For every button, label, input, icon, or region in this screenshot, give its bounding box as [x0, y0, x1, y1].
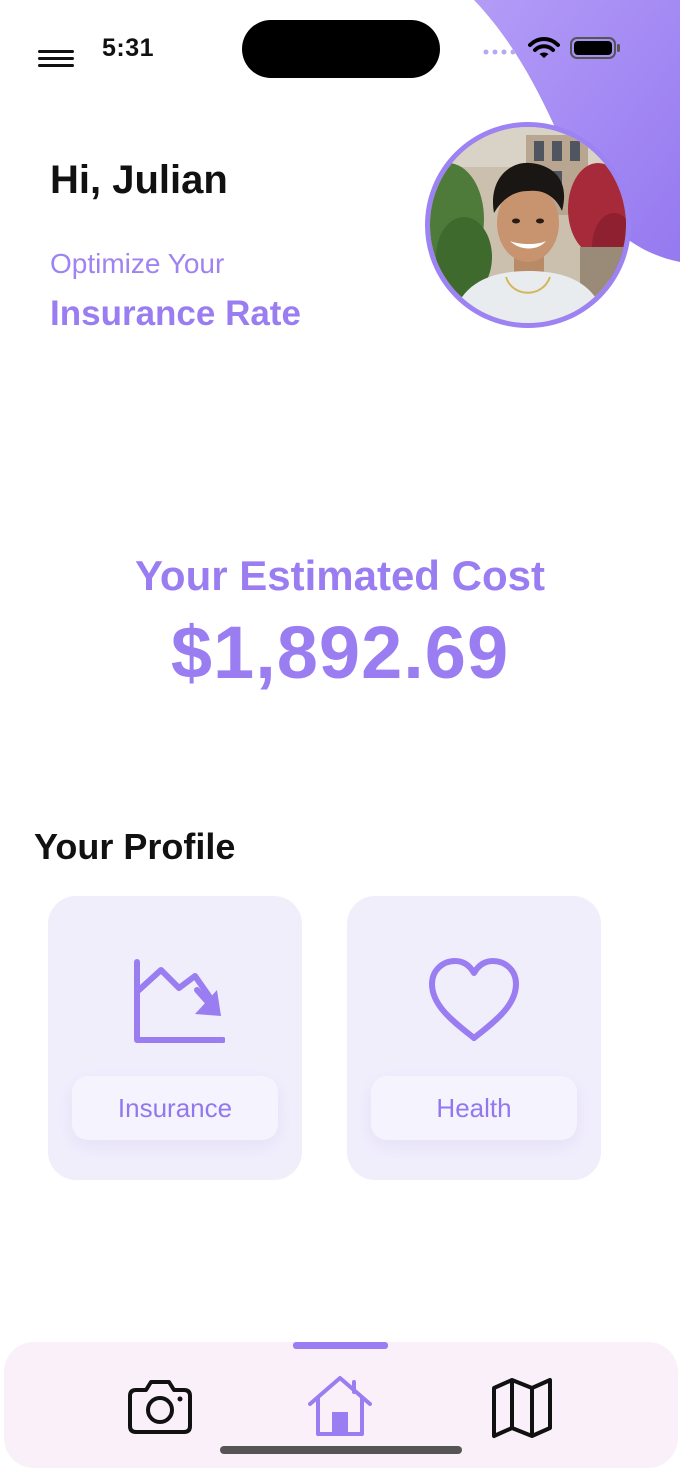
home-indicator[interactable] [220, 1446, 462, 1454]
greeting-title: Hi, Julian [50, 158, 228, 202]
wifi-icon [528, 37, 560, 58]
status-bar: 5:31 [0, 0, 680, 90]
profile-section-title: Your Profile [34, 826, 236, 867]
tab-home[interactable] [304, 1374, 376, 1440]
insurance-card-label: Insurance [72, 1076, 278, 1140]
trend-down-chart-icon [134, 959, 225, 1043]
health-card[interactable]: Health [347, 896, 601, 1180]
home-icon [308, 1376, 372, 1436]
avatar-photo [430, 127, 626, 323]
tab-map[interactable] [486, 1374, 558, 1440]
insurance-card[interactable]: Insurance [48, 896, 302, 1180]
cellular-signal-icon [483, 49, 516, 55]
heart-icon [429, 958, 519, 1041]
battery-icon [570, 37, 620, 59]
camera-icon [128, 1380, 192, 1434]
subtitle-insurance-rate: Insurance Rate [50, 294, 301, 333]
map-icon [492, 1378, 552, 1438]
status-time: 5:31 [102, 34, 155, 62]
health-card-label: Health [371, 1076, 577, 1140]
estimated-cost-value: $1,892.69 [170, 611, 510, 694]
avatar[interactable] [425, 122, 631, 328]
dynamic-island [242, 20, 440, 78]
subtitle-optimize: Optimize Your [50, 248, 225, 279]
tab-camera[interactable] [124, 1374, 196, 1440]
menu-icon[interactable] [38, 48, 76, 70]
tab-selected-indicator [293, 1342, 388, 1349]
estimated-cost-label: Your Estimated Cost [135, 552, 545, 599]
